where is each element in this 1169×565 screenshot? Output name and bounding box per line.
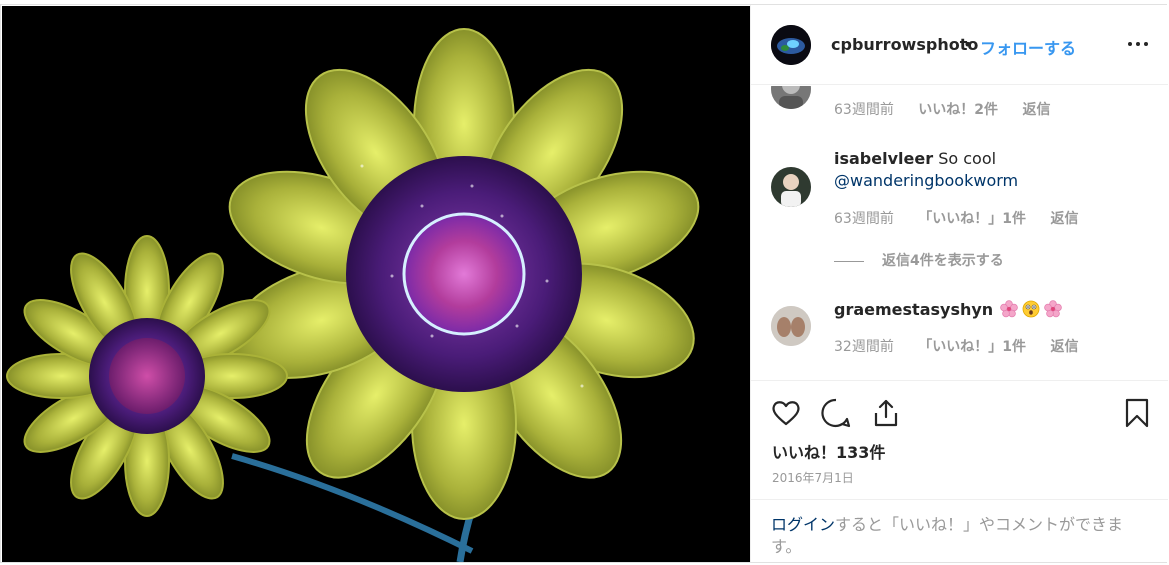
comment-icon[interactable] xyxy=(820,397,852,429)
post-actions: いいね！133件 2016年7月1日 ログインすると「いいね！」やコメントができ… xyxy=(751,380,1168,562)
author-username[interactable]: cpburrowsphoto xyxy=(831,35,978,54)
login-prompt: ログインすると「いいね！」やコメントができます。 xyxy=(751,499,1168,563)
author-avatar[interactable] xyxy=(771,25,811,65)
heart-icon[interactable] xyxy=(770,397,802,429)
login-link[interactable]: ログイン xyxy=(771,515,835,534)
reply-button[interactable]: 返信 xyxy=(1050,211,1078,227)
avatar-image-icon xyxy=(771,167,811,207)
cherry-blossom-icon xyxy=(1044,300,1063,318)
reply-button[interactable]: 返信 xyxy=(1022,102,1050,118)
avatar-image-icon xyxy=(771,25,811,65)
login-prompt-text: ログインすると「いいね！」やコメントができます。 xyxy=(771,514,1151,558)
comment-likes[interactable]: 「いいね！」1件 xyxy=(918,211,1026,227)
comment-meta: 63週間前 「いいね！」1件 返信 xyxy=(834,208,1098,228)
flower-photo xyxy=(2,6,750,562)
comment-time[interactable]: 32週間前 xyxy=(834,339,894,355)
comment-body: So cool xyxy=(938,149,997,168)
view-replies-label: 返信4件を表示する xyxy=(882,253,1004,269)
comments-list[interactable]: 63週間前 いいね！2件 返信 isabelvleer So cool @wan… xyxy=(751,86,1168,379)
comment-avatar[interactable] xyxy=(771,86,811,109)
view-replies-button[interactable]: 返信4件を表示する xyxy=(834,250,1004,270)
comment-time[interactable]: 63週間前 xyxy=(834,211,894,227)
likes-count[interactable]: いいね！133件 xyxy=(772,439,885,463)
post-header: cpburrowsphoto • フォローする xyxy=(751,5,1168,85)
follow-button[interactable]: フォローする xyxy=(980,35,1076,59)
post-dialog: cpburrowsphoto • フォローする 63週間前 いいね！2件 返信 xyxy=(0,4,1168,563)
replies-divider xyxy=(834,260,864,262)
comment-avatar[interactable] xyxy=(771,167,811,207)
header-separator: • xyxy=(963,35,973,54)
comment-text: isabelvleer So cool @wanderingbookworm xyxy=(834,148,1144,192)
post-photo[interactable] xyxy=(2,6,750,562)
comment-time[interactable]: 63週間前 xyxy=(834,102,894,118)
post-sidebar: cpburrowsphoto • フォローする 63週間前 いいね！2件 返信 xyxy=(750,5,1168,562)
comment-author[interactable]: graemestasyshyn xyxy=(834,300,993,319)
comment-avatar[interactable] xyxy=(771,306,811,346)
comment-likes[interactable]: いいね！2件 xyxy=(918,102,998,118)
comment-text: graemestasyshyn xyxy=(834,299,1144,321)
more-options-icon[interactable] xyxy=(1128,39,1150,49)
astonished-face-icon xyxy=(1022,300,1040,318)
comment-meta: 32週間前 「いいね！」1件 返信 xyxy=(834,336,1098,356)
cherry-blossom-icon xyxy=(1000,300,1019,318)
comment-mention[interactable]: @wanderingbookworm xyxy=(834,171,1018,190)
reply-button[interactable]: 返信 xyxy=(1050,339,1078,355)
comment-author[interactable]: isabelvleer xyxy=(834,149,933,168)
comment-likes[interactable]: 「いいね！」1件 xyxy=(918,339,1026,355)
avatar-image-icon xyxy=(771,306,811,346)
avatar-image-icon xyxy=(771,86,811,109)
bookmark-icon[interactable] xyxy=(1121,397,1153,429)
post-date[interactable]: 2016年7月1日 xyxy=(772,469,854,486)
share-icon[interactable] xyxy=(870,397,902,429)
comment-meta: 63週間前 いいね！2件 返信 xyxy=(834,99,1070,119)
